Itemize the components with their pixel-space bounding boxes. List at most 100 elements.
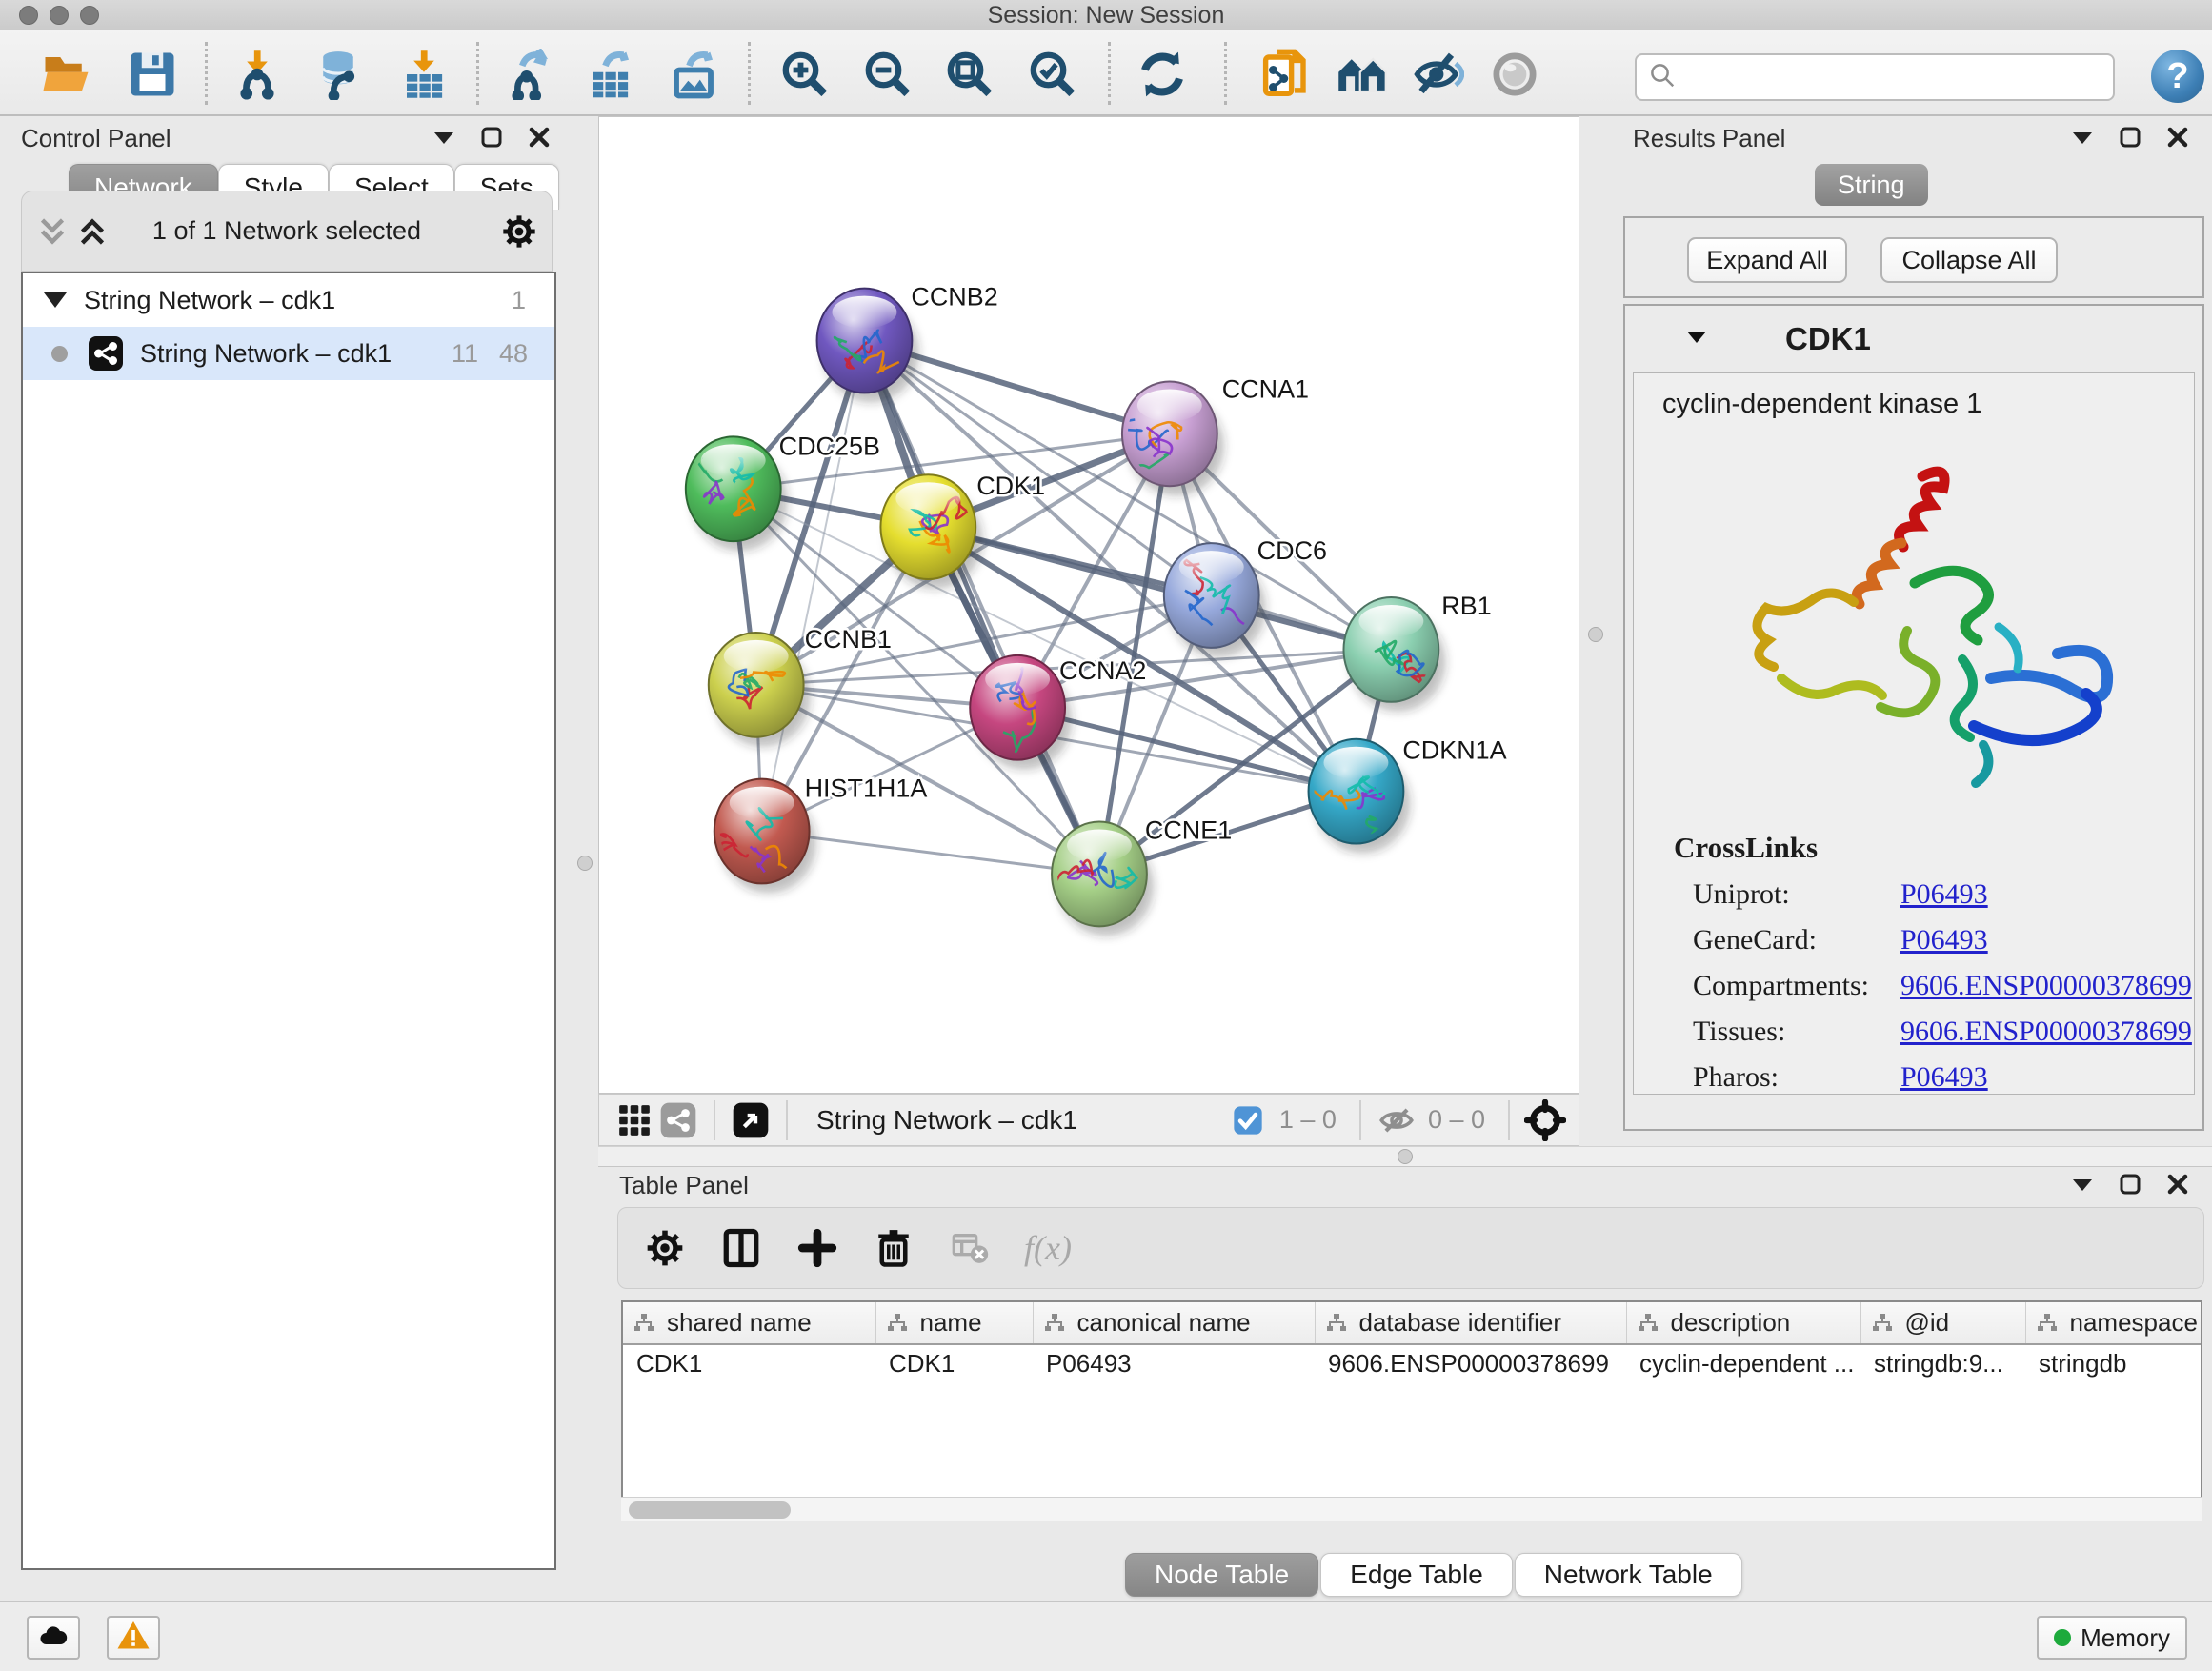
- grid-view-icon[interactable]: [613, 1098, 656, 1142]
- network-row[interactable]: String Network – cdk1 11 48: [23, 327, 554, 380]
- memory-label: Memory: [2081, 1623, 2170, 1653]
- horizontal-splitter[interactable]: [598, 1146, 2212, 1167]
- network-collection-row[interactable]: String Network – cdk1 1: [23, 273, 554, 327]
- network-options-gear-icon[interactable]: [500, 212, 538, 251]
- control-panel-header-icons: [432, 126, 551, 153]
- results-panel: Results Panel String Expand All Collapse…: [1612, 116, 2212, 1146]
- network-node-CDC25B[interactable]: [686, 436, 788, 551]
- open-session-icon[interactable]: [39, 47, 94, 102]
- table-settings-gear-icon[interactable]: [643, 1226, 687, 1270]
- home-icon[interactable]: [1335, 47, 1390, 102]
- panel-menu-icon[interactable]: [432, 128, 455, 151]
- zoom-fit-icon[interactable]: [942, 47, 997, 102]
- table-cell[interactable]: P06493: [1033, 1344, 1315, 1382]
- network-node-CCNE1[interactable]: [1052, 822, 1154, 936]
- table-cell[interactable]: CDK1: [875, 1344, 1033, 1382]
- left-splitter[interactable]: [572, 116, 598, 1601]
- gene-header-row[interactable]: CDK1: [1625, 306, 2202, 372]
- save-session-icon[interactable]: [125, 47, 180, 102]
- crosslink-link[interactable]: P06493: [1900, 924, 1988, 956]
- network-node-HIST1H1A[interactable]: [705, 779, 816, 894]
- table-cell[interactable]: CDK1: [623, 1344, 875, 1382]
- refresh-icon[interactable]: [1135, 47, 1190, 102]
- column-header-canonical-name[interactable]: canonical name: [1033, 1302, 1315, 1344]
- crosslink-link[interactable]: P06493: [1900, 878, 1988, 910]
- network-node-RB1[interactable]: [1343, 597, 1445, 712]
- table-cell[interactable]: stringdb:9...: [1860, 1344, 2025, 1382]
- right-splitter[interactable]: [1579, 116, 1612, 1146]
- tab-network-table[interactable]: Network Table: [1515, 1553, 1742, 1597]
- search-input[interactable]: [1677, 63, 2086, 92]
- show-columns-icon[interactable]: [719, 1226, 763, 1270]
- help-button[interactable]: ?: [2151, 50, 2204, 103]
- zoom-out-icon[interactable]: [860, 47, 915, 102]
- column-header--id[interactable]: @id: [1860, 1302, 2025, 1344]
- collapse-all-button[interactable]: Collapse All: [1880, 237, 2058, 283]
- network-node-CCNB2[interactable]: [817, 289, 919, 403]
- edge-CCNB2-HIST1H1A[interactable]: [762, 341, 865, 832]
- panel-menu-icon[interactable]: [2071, 128, 2094, 151]
- table-cell[interactable]: 9606.ENSP00000378699: [1315, 1344, 1626, 1382]
- delete-column-trash-icon[interactable]: [872, 1226, 915, 1270]
- horizontal-splitter-grip[interactable]: [1398, 1149, 1413, 1164]
- table-horizontal-scrollbar[interactable]: [621, 1497, 2202, 1521]
- tab-string[interactable]: String: [1815, 164, 1928, 206]
- zoom-selected-icon[interactable]: [1025, 47, 1080, 102]
- network-node-CDKN1A[interactable]: [1306, 739, 1411, 854]
- float-panel-icon[interactable]: [2119, 1173, 2142, 1200]
- crosslink-link[interactable]: 9606.ENSP00000378699: [1900, 1016, 2192, 1047]
- network-node-CDK1[interactable]: [880, 474, 982, 589]
- create-column-plus-icon[interactable]: [795, 1226, 839, 1270]
- crosslink-link[interactable]: 9606.ENSP00000378699: [1900, 970, 2192, 1001]
- left-splitter-grip[interactable]: [577, 856, 593, 871]
- hide-unhide-icon[interactable]: [1411, 47, 1466, 102]
- gene-collapse-icon[interactable]: [1684, 328, 1709, 352]
- open-in-window-icon[interactable]: [729, 1098, 773, 1142]
- fit-selected-crosshair-icon[interactable]: [1523, 1098, 1567, 1142]
- crosslink-link[interactable]: P06493: [1900, 1061, 1988, 1093]
- tab-edge-table[interactable]: Edge Table: [1320, 1553, 1513, 1597]
- network-node-CCNA1[interactable]: [1116, 381, 1223, 499]
- cloud-button[interactable]: [27, 1616, 80, 1660]
- warnings-button[interactable]: [107, 1616, 160, 1660]
- export-network-icon[interactable]: [501, 47, 556, 102]
- collection-expand-icon[interactable]: [44, 292, 67, 308]
- table-row[interactable]: CDK1CDK1P064939606.ENSP00000378699cyclin…: [623, 1344, 2202, 1382]
- column-header-namespace[interactable]: namespace: [2025, 1302, 2202, 1344]
- search-field[interactable]: [1635, 53, 2115, 101]
- title-bar: Session: New Session: [0, 0, 2212, 30]
- close-panel-icon[interactable]: [2166, 126, 2189, 153]
- string-network-graph[interactable]: CCNB2CCNA1CDC25BCDK1CDC6RB1CCNB1CCNA2CDK…: [599, 117, 1579, 1093]
- import-table-icon[interactable]: [396, 47, 452, 102]
- close-panel-icon[interactable]: [2166, 1173, 2189, 1200]
- tab-node-table[interactable]: Node Table: [1125, 1553, 1318, 1597]
- close-panel-icon[interactable]: [528, 126, 551, 153]
- zoom-in-icon[interactable]: [777, 47, 833, 102]
- expand-all-button[interactable]: Expand All: [1687, 237, 1847, 283]
- scrollbar-thumb[interactable]: [629, 1501, 791, 1519]
- table-cell[interactable]: stringdb: [2025, 1344, 2202, 1382]
- float-panel-icon[interactable]: [2119, 126, 2142, 153]
- float-panel-icon[interactable]: [480, 126, 503, 153]
- column-header-database-identifier[interactable]: database identifier: [1315, 1302, 1626, 1344]
- export-table-icon[interactable]: [582, 47, 637, 102]
- clone-network-icon[interactable]: [1258, 47, 1314, 102]
- crosslinks-block: CrossLinks Uniprot:P06493GeneCard:P06493…: [1634, 831, 2194, 1094]
- hidden-eye-slash-icon[interactable]: [1375, 1098, 1418, 1142]
- node-label-CCNB1: CCNB1: [805, 625, 892, 654]
- export-image-icon[interactable]: [666, 47, 721, 102]
- column-header-shared-name[interactable]: shared name: [623, 1302, 875, 1344]
- network-view-canvas[interactable]: CCNB2CCNA1CDC25BCDK1CDC6RB1CCNB1CCNA2CDK…: [598, 116, 1579, 1094]
- selected-checkbox-icon[interactable]: [1226, 1098, 1270, 1142]
- column-header-name[interactable]: name: [875, 1302, 1033, 1344]
- preview-icon[interactable]: [1487, 47, 1542, 102]
- network-node-CDC6[interactable]: [1164, 543, 1266, 657]
- memory-button[interactable]: Memory: [2037, 1616, 2187, 1660]
- string-style-icon[interactable]: [656, 1098, 700, 1142]
- column-header-description[interactable]: description: [1626, 1302, 1860, 1344]
- right-splitter-grip[interactable]: [1588, 627, 1603, 642]
- table-cell[interactable]: cyclin-dependent ...: [1626, 1344, 1860, 1382]
- import-network-icon[interactable]: [230, 47, 285, 102]
- panel-menu-icon[interactable]: [2071, 1175, 2094, 1198]
- import-network-database-icon[interactable]: [311, 47, 366, 102]
